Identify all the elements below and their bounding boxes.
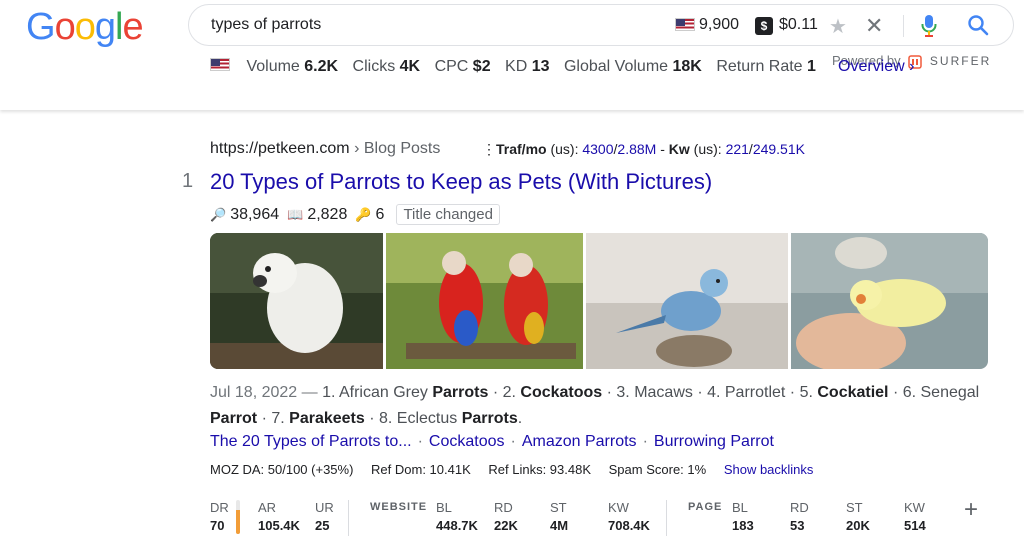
website-section-label: WEBSITE	[370, 501, 428, 513]
ur-metric: UR 25	[315, 500, 334, 533]
page-section-label: PAGE	[688, 501, 723, 513]
keyword-metrics: Volume 6.2K Clicks 4K CPC $2 KD 13 Globa…	[210, 58, 826, 76]
key-icon: 🔑	[355, 206, 372, 222]
breadcrumb: › Blog Posts	[349, 140, 441, 157]
cockatoo-image[interactable]	[210, 233, 383, 369]
sitelinks: The 20 Types of Parrots to... · Cockatoos ·…	[210, 433, 774, 451]
logo-letter: G	[26, 6, 56, 48]
us-flag-icon	[210, 58, 230, 72]
sitelink[interactable]: The 20 Types of Parrots to...	[210, 433, 412, 450]
metric-return-rate: Return Rate 1	[716, 58, 816, 75]
snippet-date: Jul 18, 2022 —	[210, 384, 323, 401]
sitelink[interactable]: Cockatoos	[429, 433, 505, 450]
search-box[interactable]: types of parrots 9,900 $ $0.11 ★ ✕	[188, 4, 1014, 46]
plus-icon[interactable]: +	[964, 496, 978, 524]
sitelink-separator: ·	[642, 433, 648, 450]
stat-search: 38,964	[230, 205, 280, 223]
google-logo[interactable]: Google	[26, 6, 144, 49]
microphone-icon[interactable]	[921, 14, 937, 43]
dr-progress-fill	[236, 510, 240, 534]
result-snippet: Jul 18, 2022 — 1. African Grey Parrots ·…	[210, 380, 1000, 432]
result-stats: 🔎 38,964 📖 2,828 🔑 6 Title changed	[210, 204, 500, 225]
sitelink[interactable]: Burrowing Parrot	[654, 433, 774, 450]
website-st-metric: ST 4M	[550, 500, 569, 533]
snippet-keyword: Parakeets	[289, 410, 365, 427]
metric-kd: KD 13	[505, 58, 550, 75]
header: Google types of parrots 9,900 $ $0.11 ★ …	[0, 0, 1024, 110]
moz-metrics: MOZ DA: 50/100 (+35%) Ref Dom: 10.41K Re…	[210, 462, 827, 477]
magnifier-icon: 🔎	[210, 206, 227, 222]
book-icon: 📖	[287, 206, 304, 222]
logo-letter: e	[122, 6, 143, 48]
metric-volume: Volume 6.2K	[246, 58, 339, 75]
sitelink-separator: ·	[417, 433, 423, 450]
title-changed-badge: Title changed	[396, 204, 500, 225]
ar-metric: AR 105.4K	[258, 500, 300, 533]
snippet-fragment: · 2.	[488, 384, 521, 401]
search-input[interactable]: types of parrots	[211, 16, 321, 34]
search-cpc: $0.11	[779, 16, 818, 33]
spam-score: Spam Score: 1%	[608, 462, 707, 477]
snippet-fragment: .	[517, 410, 523, 427]
metric-clicks: Clicks 4K	[352, 58, 421, 75]
snippet-keyword: Cockatiel	[817, 384, 889, 401]
snippet-fragment: · 6. Senegal	[888, 384, 980, 401]
cockatiel-image[interactable]	[791, 233, 988, 369]
website-rd-metric: RD 22K	[494, 500, 518, 533]
star-icon[interactable]: ★	[829, 14, 847, 39]
divider	[348, 500, 349, 536]
image-strip[interactable]	[210, 233, 988, 369]
dr-progress-bar	[236, 500, 240, 534]
snippet-keyword: Parrots	[432, 384, 489, 401]
page-bl-metric: BL 183	[732, 500, 754, 533]
stat-book: 2,828	[307, 205, 348, 223]
us-flag-icon	[675, 18, 695, 31]
ref-links: Ref Links: 93.48K	[488, 462, 592, 477]
metric-global-volume: Global Volume 18K	[563, 58, 702, 75]
show-backlinks-link[interactable]: Show backlinks	[724, 462, 814, 477]
result-rank: 1	[182, 170, 194, 192]
snippet-keyword: Parrots	[461, 410, 518, 427]
stat-key: 6	[375, 205, 385, 223]
snippet-fragment: · 3. Macaws · 4. Parrotlet · 5.	[602, 384, 818, 401]
snippet-fragment: · 8. Eclectus	[364, 410, 462, 427]
website-kw-metric: KW 708.4K	[608, 500, 650, 533]
result-title-link[interactable]: 20 Types of Parrots to Keep as Pets (Wit…	[210, 169, 712, 195]
logo-letter: l	[114, 6, 124, 48]
dollar-icon: $	[755, 17, 773, 35]
more-vert-icon[interactable]: ⋮	[482, 141, 496, 157]
snippet-keyword: Parrot	[210, 410, 258, 427]
moz-da: MOZ DA: 50/100 (+35%)	[210, 462, 354, 477]
traffic-stats: ⋮Traf/mo (us): 4300/2.88M - Kw (us): 221…	[482, 141, 805, 157]
result-url[interactable]: https://petkeen.com › Blog Posts	[210, 140, 440, 158]
logo-letter: g	[94, 6, 116, 48]
sitelink[interactable]: Amazon Parrots	[522, 433, 637, 450]
search-icon[interactable]	[967, 14, 989, 41]
parrotlet-image[interactable]	[586, 233, 788, 369]
divider	[666, 500, 667, 536]
divider	[903, 15, 904, 37]
overview-link[interactable]: Overview ›	[838, 58, 914, 76]
logo-letter: o	[54, 6, 76, 48]
snippet-text: 1. African Grey Parrots · 2. Cockatoos ·…	[210, 384, 979, 427]
sitelink-separator: ·	[510, 433, 516, 450]
close-icon[interactable]: ✕	[865, 13, 883, 39]
snippet-keyword: Cockatoos	[520, 384, 603, 401]
page-kw-metric: KW 514	[904, 500, 926, 533]
macaws-image[interactable]	[386, 233, 583, 369]
page-rd-metric: RD 53	[790, 500, 809, 533]
metric-cpc: CPC $2	[434, 58, 491, 75]
snippet-fragment: 1. African Grey	[322, 384, 433, 401]
logo-letter: o	[74, 6, 96, 48]
ref-dom: Ref Dom: 10.41K	[371, 462, 471, 477]
website-bl-metric: BL 448.7K	[436, 500, 478, 533]
dr-metric: DR 70	[210, 500, 229, 533]
snippet-fragment: · 7.	[257, 410, 290, 427]
page-st-metric: ST 20K	[846, 500, 870, 533]
search-volume: 9,900	[699, 16, 740, 33]
